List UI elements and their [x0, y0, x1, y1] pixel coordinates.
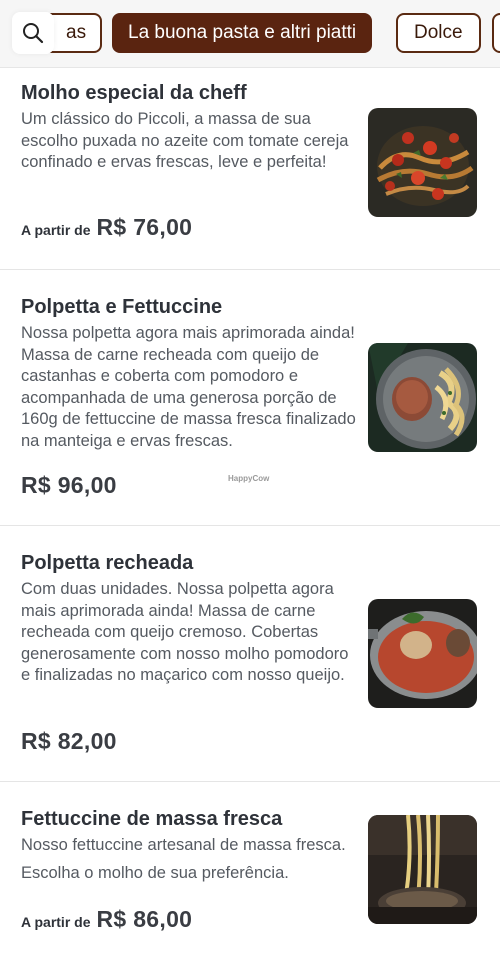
item-description: Com duas unidades. Nossa polpetta agora …	[21, 580, 349, 684]
polpetta-fettuccine-photo	[368, 343, 477, 452]
item-title: Polpetta recheada	[21, 552, 194, 574]
search-button[interactable]	[12, 12, 54, 54]
tab-next-partial[interactable]	[492, 13, 500, 53]
menu-item[interactable]: Polpetta recheada Com duas unidades. Nos…	[0, 526, 500, 782]
price-row: A partir de R$ 86,00	[21, 906, 192, 933]
item-price: R$ 96,00	[21, 472, 117, 498]
item-description: Um clássico do Piccoli, a massa de sua e…	[21, 110, 349, 171]
item-description-2: Escolha o molho de sua preferência.	[21, 864, 289, 882]
menu-item[interactable]: Polpetta e Fettuccine Nossa polpetta ago…	[0, 270, 500, 526]
watermark: HappyCow	[228, 474, 270, 483]
price-row: A partir de R$ 76,00	[21, 214, 192, 241]
category-tab-bar: as La buona pasta e altri piatti Dolce	[0, 0, 500, 68]
tab-label: La buona pasta e altri piatti	[128, 22, 357, 43]
menu-item[interactable]: Fettuccine de massa fresca Nosso fettucc…	[0, 782, 500, 956]
item-title: Molho especial da cheff	[21, 82, 247, 104]
menu-item[interactable]: Molho especial da cheff Um clássico do P…	[0, 68, 500, 270]
item-description: Nosso fettuccine artesanal de massa fres…	[21, 836, 346, 854]
price-prefix: A partir de	[21, 914, 91, 930]
item-price: R$ 82,00	[21, 728, 117, 754]
polpetta-pan-photo	[368, 599, 477, 708]
item-title: Fettuccine de massa fresca	[21, 808, 283, 830]
fresh-fettuccine-photo	[368, 815, 477, 924]
item-description: Nossa polpetta agora mais aprimorada ain…	[21, 324, 356, 450]
item-price: R$ 86,00	[96, 906, 193, 932]
price-row: R$ 82,00	[21, 728, 117, 755]
search-icon	[23, 23, 44, 44]
tab-label: as	[66, 22, 87, 43]
item-image	[368, 108, 477, 217]
price-row: R$ 96,00	[21, 472, 117, 499]
item-image	[368, 815, 477, 924]
item-image	[368, 599, 477, 708]
pasta-tomato-photo	[368, 108, 477, 217]
tab-la-buona-pasta[interactable]: La buona pasta e altri piatti	[112, 13, 373, 53]
price-prefix: A partir de	[21, 222, 91, 238]
item-price: R$ 76,00	[96, 214, 193, 240]
tab-label: Dolce	[414, 22, 463, 43]
item-image	[368, 343, 477, 452]
tab-dolce[interactable]: Dolce	[396, 13, 481, 53]
item-title: Polpetta e Fettuccine	[21, 296, 223, 318]
